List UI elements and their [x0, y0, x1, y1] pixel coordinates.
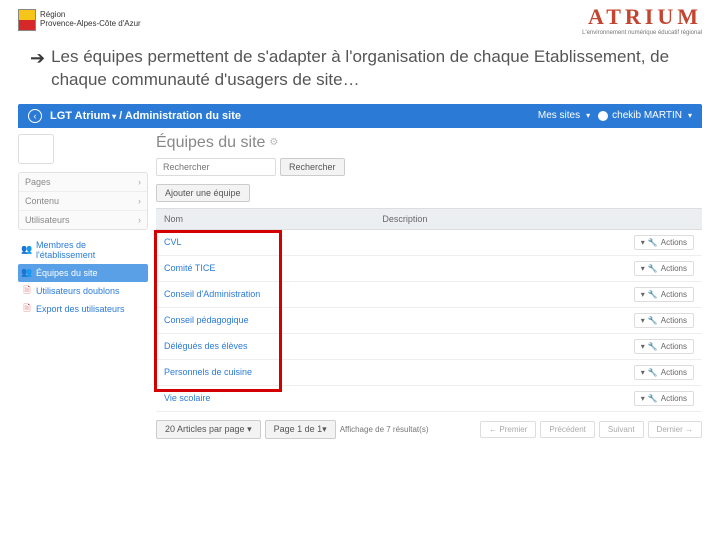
chevron-down-icon: ▾ [641, 394, 645, 403]
team-link[interactable]: CVL [164, 237, 182, 247]
region-flag-icon [18, 9, 36, 31]
submenu-export[interactable]: 🗎 Export des utilisateurs [18, 300, 148, 318]
actions-button[interactable]: ▾🔧Actions [634, 235, 694, 250]
team-link[interactable]: Comité TICE [164, 263, 215, 273]
slide-header: Région Provence-Alpes-Côte d'Azur ATRIUM… [0, 0, 720, 38]
next-page-button[interactable]: Suivant [599, 421, 644, 438]
col-name[interactable]: Nom [156, 208, 374, 229]
team-icon: 👥 [22, 268, 32, 278]
sidebar-submenu: 👥 Membres de l'établissement 👥 Équipes d… [18, 236, 148, 318]
chevron-down-icon: ▾ [641, 290, 645, 299]
chevron-right-icon: › [138, 196, 141, 206]
table-row: Conseil d'Administration ▾🔧Actions [156, 281, 702, 307]
team-link[interactable]: Délégués des élèves [164, 341, 248, 351]
table-footer: 20 Articles par page ▾ Page 1 de 1▾ Affi… [156, 420, 702, 439]
arrow-bullet-icon: ➔ [30, 46, 45, 70]
search-input[interactable] [156, 158, 276, 176]
table-row: CVL ▾🔧Actions [156, 229, 702, 255]
sidebar: Pages› Contenu› Utilisateurs› 👥 Membres … [18, 134, 148, 439]
actions-button[interactable]: ▾🔧Actions [634, 261, 694, 276]
sidebar-main-menu: Pages› Contenu› Utilisateurs› [18, 172, 148, 230]
chevron-down-icon: ▾ [112, 112, 116, 121]
actions-button[interactable]: ▾🔧Actions [634, 287, 694, 302]
chevron-down-icon: ▾ [641, 316, 645, 325]
wrench-icon: 🔧 [648, 238, 658, 247]
avatar-icon [598, 111, 608, 121]
sidebar-item-pages[interactable]: Pages› [19, 173, 147, 192]
wrench-icon: 🔧 [648, 368, 658, 377]
breadcrumb[interactable]: LGT Atrium▾ / Administration du site [50, 110, 241, 122]
wrench-icon: 🔧 [648, 394, 658, 403]
site-logo-placeholder [18, 134, 54, 164]
region-text: Région Provence-Alpes-Côte d'Azur [40, 11, 141, 29]
table-row: Vie scolaire ▾🔧Actions [156, 385, 702, 411]
chevron-down-icon: ▾ [641, 368, 645, 377]
intro-paragraph: ➔ Les équipes permettent de s'adapter à … [30, 46, 690, 92]
wrench-icon: 🔧 [648, 316, 658, 325]
chevron-down-icon: ▾ [641, 342, 645, 351]
team-link[interactable]: Personnels de cuisine [164, 367, 252, 377]
gear-icon[interactable]: ⚙ [269, 137, 278, 148]
team-link[interactable]: Conseil pédagogique [164, 315, 249, 325]
team-link[interactable]: Conseil d'Administration [164, 289, 260, 299]
actions-button[interactable]: ▾🔧Actions [634, 339, 694, 354]
wrench-icon: 🔧 [648, 342, 658, 351]
actions-button[interactable]: ▾🔧Actions [634, 365, 694, 380]
back-button[interactable]: ‹ [28, 109, 42, 123]
users-icon: 👥 [22, 245, 32, 255]
actions-button[interactable]: ▾🔧Actions [634, 313, 694, 328]
sidebar-item-utilisateurs[interactable]: Utilisateurs› [19, 211, 147, 229]
export-icon: 🗎 [22, 304, 32, 314]
chevron-down-icon: ▾ [641, 264, 645, 273]
table-row: Délégués des élèves ▾🔧Actions [156, 333, 702, 359]
first-page-button[interactable]: ← Premier [480, 421, 536, 438]
atrium-logo: ATRIUM L'environnement numérique éducati… [582, 4, 702, 36]
submenu-membres[interactable]: 👥 Membres de l'établissement [18, 236, 148, 264]
app-topbar: ‹ LGT Atrium▾ / Administration du site M… [18, 104, 702, 128]
table-row: Comité TICE ▾🔧Actions [156, 255, 702, 281]
content-area: Équipes du site ⚙ Rechercher Ajouter une… [156, 134, 702, 439]
copy-icon: 🗎 [22, 286, 32, 296]
teams-table: Nom Description CVL ▾🔧Actions Comité TICE ▾… [156, 208, 702, 412]
wrench-icon: 🔧 [648, 290, 658, 299]
chevron-right-icon: › [138, 177, 141, 187]
chevron-down-icon: ▾ [688, 111, 692, 120]
user-menu[interactable]: chekib MARTIN▾ [598, 110, 692, 121]
submenu-doublons[interactable]: 🗎 Utilisateurs doublons [18, 282, 148, 300]
chevron-down-icon: ▾ [641, 238, 645, 247]
table-row: Conseil pédagogique ▾🔧Actions [156, 307, 702, 333]
last-page-button[interactable]: Dernier → [648, 421, 702, 438]
table-row: Personnels de cuisine ▾🔧Actions [156, 359, 702, 385]
wrench-icon: 🔧 [648, 264, 658, 273]
add-team-button[interactable]: Ajouter une équipe [156, 184, 250, 202]
submenu-equipes[interactable]: 👥 Équipes du site [18, 264, 148, 282]
chevron-right-icon: › [138, 215, 141, 225]
chevron-down-icon: ▾ [586, 111, 590, 120]
per-page-dropdown[interactable]: 20 Articles par page ▾ [156, 420, 261, 439]
actions-button[interactable]: ▾🔧Actions [634, 391, 694, 406]
prev-page-button[interactable]: Précédent [540, 421, 594, 438]
col-desc[interactable]: Description [374, 208, 565, 229]
page-title: Équipes du site [156, 134, 265, 152]
team-link[interactable]: Vie scolaire [164, 393, 210, 403]
sidebar-item-contenu[interactable]: Contenu› [19, 192, 147, 211]
search-button[interactable]: Rechercher [280, 158, 345, 176]
chevron-down-icon: ▾ [322, 424, 327, 434]
region-logo: Région Provence-Alpes-Côte d'Azur [18, 9, 141, 31]
results-count: Affichage de 7 résultat(s) [340, 425, 429, 434]
chevron-down-icon: ▾ [247, 424, 252, 434]
page-dropdown[interactable]: Page 1 de 1▾ [265, 420, 336, 439]
my-sites-menu[interactable]: Mes sites▾ [538, 110, 590, 121]
